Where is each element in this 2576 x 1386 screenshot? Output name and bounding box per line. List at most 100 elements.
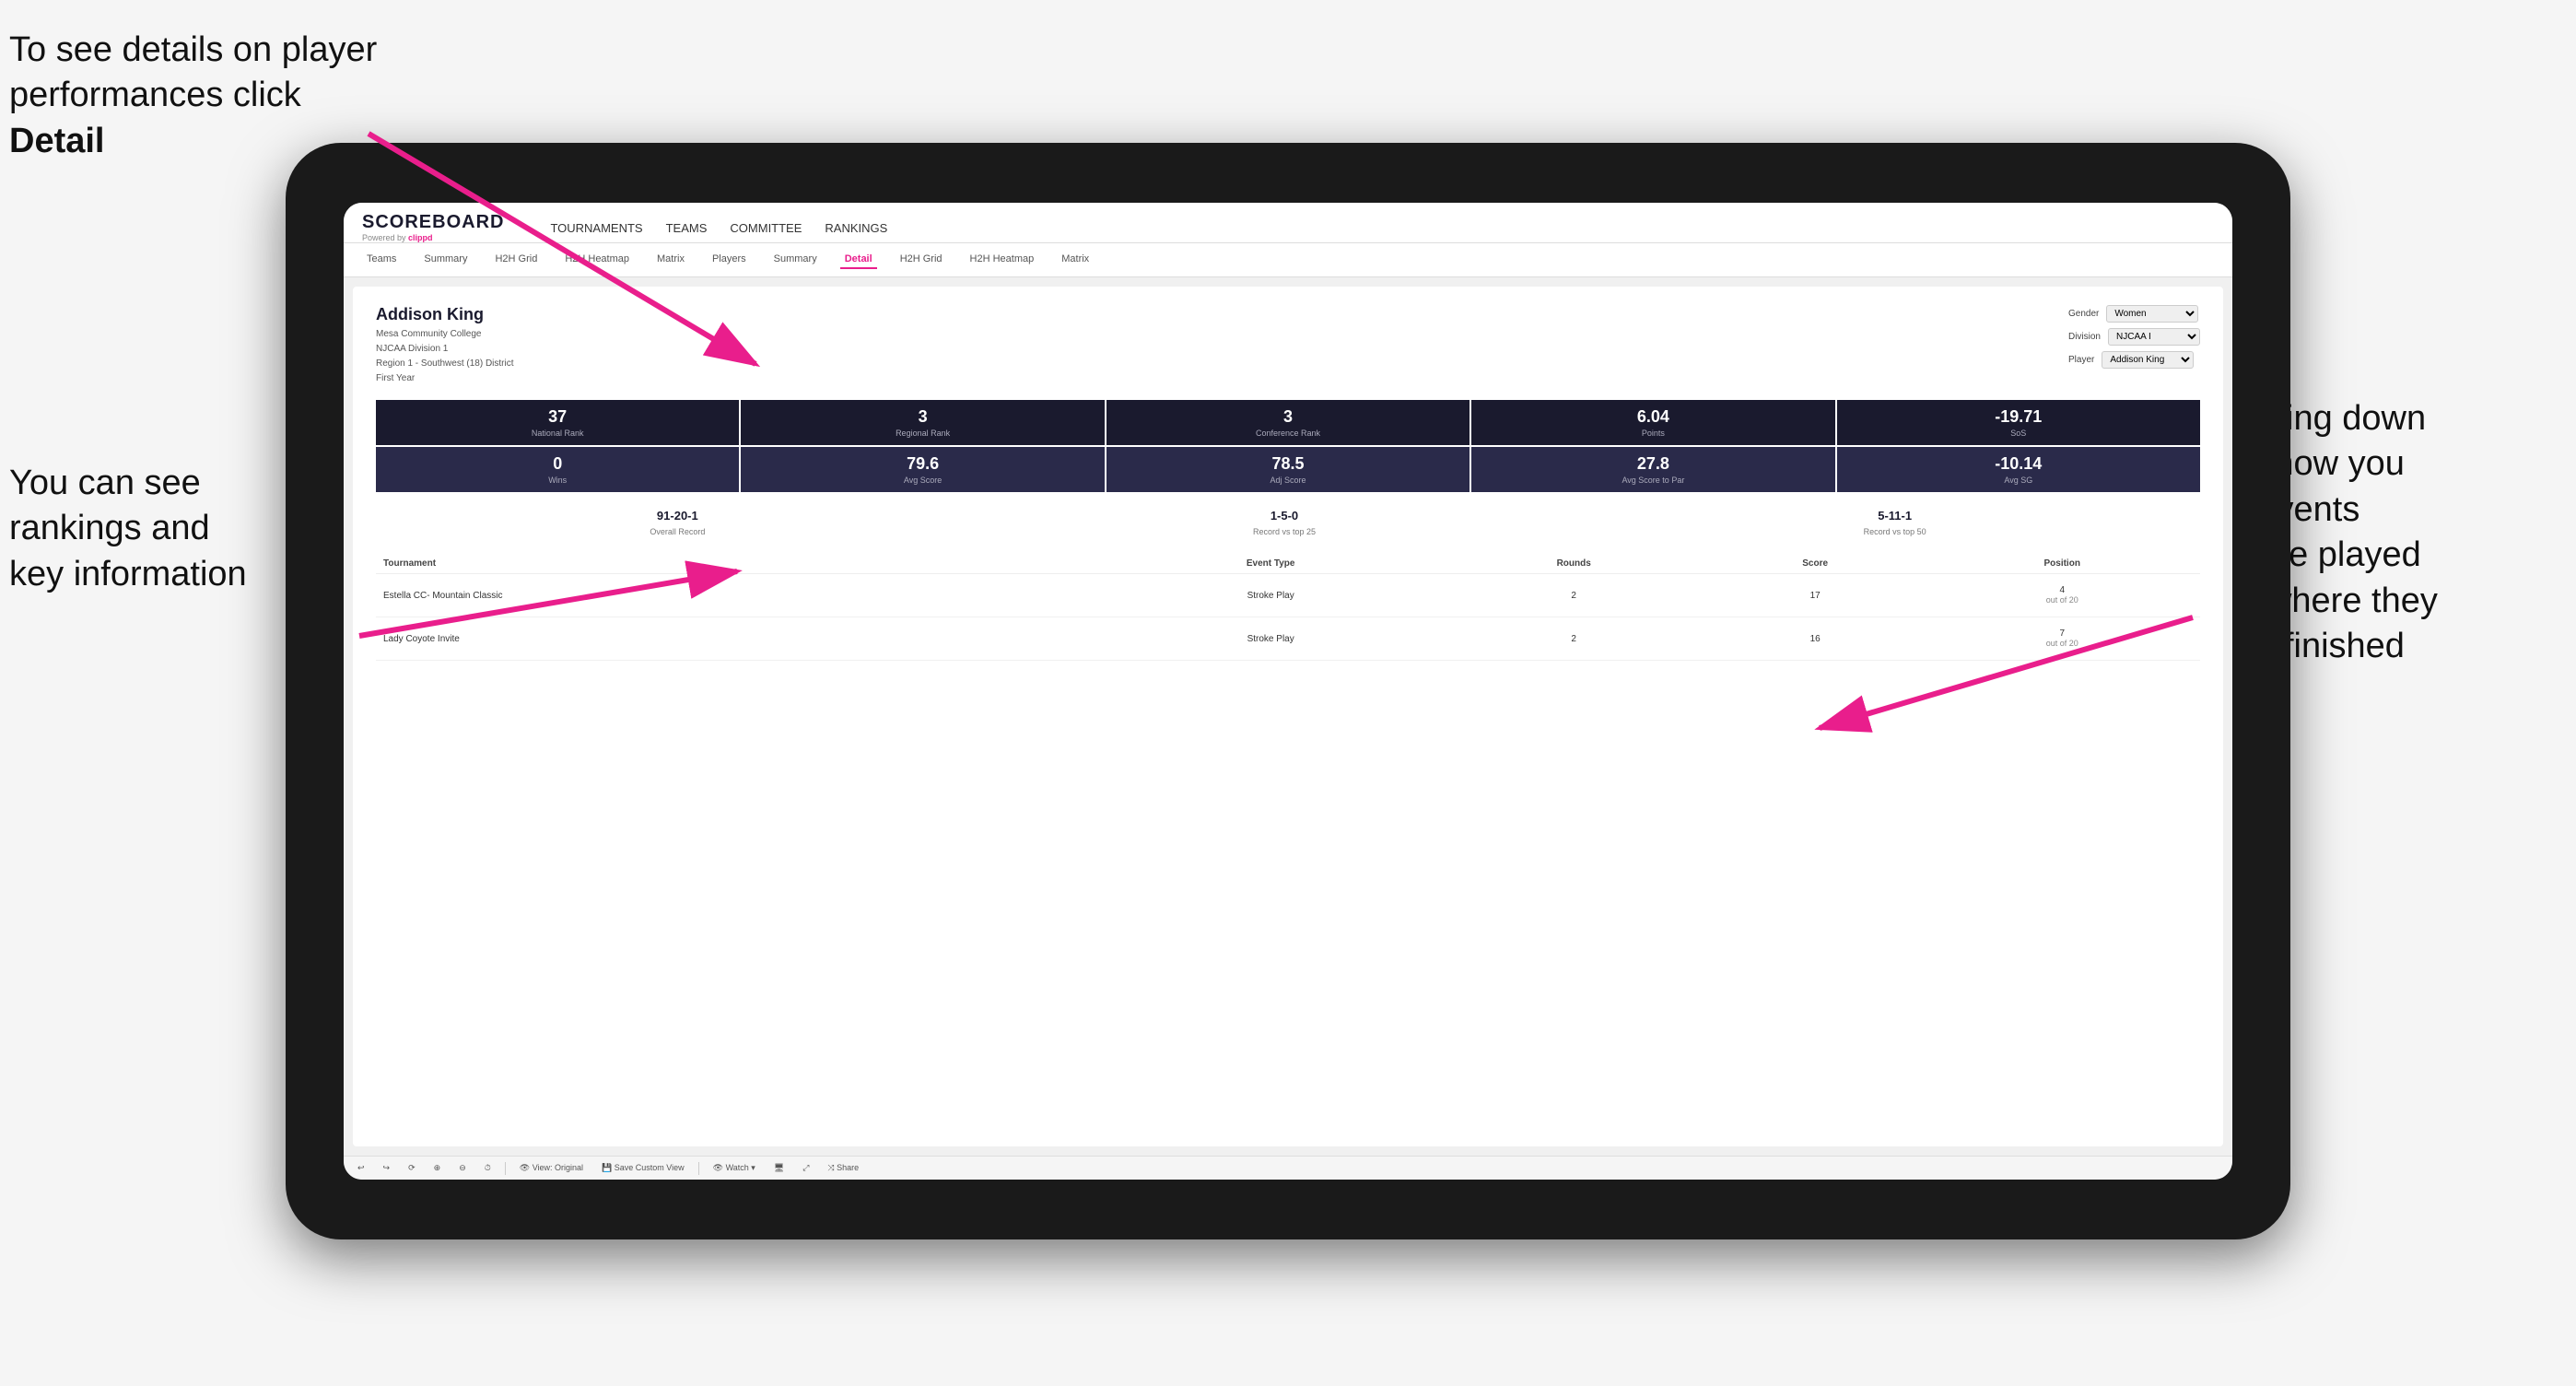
stat-sos: -19.71 SoS xyxy=(1837,400,2200,445)
logo-scoreboard: SCOREBOARD xyxy=(362,212,504,233)
score-2: 16 xyxy=(1706,617,1925,661)
undo-button[interactable]: ↩ xyxy=(353,1161,369,1175)
nav-items: TOURNAMENTS TEAMS COMMITTEE RANKINGS xyxy=(550,221,887,242)
player-region: Region 1 - Southwest (18) District xyxy=(376,358,514,369)
stat-regional-rank: 3 Regional Rank xyxy=(741,400,1104,445)
gender-label: Gender xyxy=(2068,309,2099,319)
subnav-teams[interactable]: Teams xyxy=(362,251,401,269)
nav-rankings[interactable]: RANKINGS xyxy=(825,221,887,242)
redo-button[interactable]: ↪ xyxy=(379,1161,395,1175)
top-nav: SCOREBOARD Powered by clippd TOURNAMENTS… xyxy=(344,203,2232,243)
division-select[interactable]: NJCAA I NJCAA II xyxy=(2108,328,2200,346)
conference-rank-value: 3 xyxy=(1111,407,1465,427)
stats-row2: 0 Wins 79.6 Avg Score 78.5 Adj Score 27.… xyxy=(376,447,2200,492)
subnav-detail[interactable]: Detail xyxy=(840,251,877,269)
gender-control: Gender Women Men xyxy=(2068,305,2200,323)
stat-conference-rank: 3 Conference Rank xyxy=(1107,400,1469,445)
player-division: NJCAA Division 1 xyxy=(376,344,448,354)
logo-area: SCOREBOARD Powered by clippd xyxy=(362,212,504,242)
subnav-h2h-heatmap[interactable]: H2H Heatmap xyxy=(560,251,634,269)
stat-points: 6.04 Points xyxy=(1471,400,1834,445)
subnav-matrix[interactable]: Matrix xyxy=(652,251,689,269)
annotation-top-left: To see details on player performances cl… xyxy=(9,28,378,164)
tournament-name-2: Lady Coyote Invite xyxy=(376,617,1100,661)
subnav-players[interactable]: Players xyxy=(708,251,751,269)
expand-button[interactable]: ⤢ xyxy=(798,1161,814,1175)
stat-avg-score-par: 27.8 Avg Score to Par xyxy=(1471,447,1834,492)
avg-score-par-value: 27.8 xyxy=(1476,454,1830,474)
watch-button[interactable]: 👁 Watch ▾ xyxy=(708,1161,760,1175)
timer-button[interactable]: ⏱ xyxy=(480,1161,496,1175)
refresh-button[interactable]: ⟳ xyxy=(404,1161,420,1175)
player-header: Addison King Mesa Community College NJCA… xyxy=(376,305,2200,386)
record-top25-value: 1-5-0 xyxy=(1253,509,1316,523)
stat-wins: 0 Wins xyxy=(376,447,739,492)
col-tournament: Tournament xyxy=(376,554,1100,574)
toolbar-sep-2 xyxy=(698,1162,699,1175)
tablet-screen: SCOREBOARD Powered by clippd TOURNAMENTS… xyxy=(344,203,2232,1180)
sub-nav: Teams Summary H2H Grid H2H Heatmap Matri… xyxy=(344,243,2232,277)
regional-rank-label: Regional Rank xyxy=(745,429,1099,438)
record-top50-value: 5-11-1 xyxy=(1864,509,1926,523)
stat-avg-sg: -10.14 Avg SG xyxy=(1837,447,2200,492)
player-select[interactable]: Addison King xyxy=(2102,351,2194,369)
subnav-matrix2[interactable]: Matrix xyxy=(1057,251,1094,269)
player-year: First Year xyxy=(376,373,415,383)
event-type-1: Stroke Play xyxy=(1100,574,1442,617)
stat-adj-score: 78.5 Adj Score xyxy=(1107,447,1469,492)
avg-score-label: Avg Score xyxy=(745,476,1099,485)
bottom-toolbar: ↩ ↪ ⟳ ⊕ ⊖ ⏱ 👁 View: Original 💾 Save Cust… xyxy=(344,1156,2232,1180)
annotation-bold: Detail xyxy=(9,122,104,160)
save-custom-view-button[interactable]: 💾 Save Custom View xyxy=(597,1161,689,1175)
player-controls: Gender Women Men Division NJCAA I NJCAA … xyxy=(2068,305,2200,386)
wins-value: 0 xyxy=(381,454,734,474)
view-original-button[interactable]: 👁 View: Original xyxy=(515,1161,588,1175)
avg-score-par-label: Avg Score to Par xyxy=(1476,476,1830,485)
player-school: Mesa Community College xyxy=(376,329,482,339)
tablet: SCOREBOARD Powered by clippd TOURNAMENTS… xyxy=(286,143,2290,1239)
division-label: Division xyxy=(2068,332,2101,342)
nav-teams[interactable]: TEAMS xyxy=(666,221,708,242)
avg-score-value: 79.6 xyxy=(745,454,1099,474)
avg-sg-label: Avg SG xyxy=(1842,476,2195,485)
table-row: Estella CC- Mountain Classic Stroke Play… xyxy=(376,574,2200,617)
player-control: Player Addison King xyxy=(2068,351,2200,369)
record-top50-label: Record vs top 50 xyxy=(1864,527,1926,536)
settings-button[interactable]: ⊖ xyxy=(454,1161,471,1175)
player-name: Addison King xyxy=(376,305,514,324)
subnav-h2h-grid2[interactable]: H2H Grid xyxy=(896,251,947,269)
col-rounds: Rounds xyxy=(1441,554,1705,574)
stats-row1: 37 National Rank 3 Regional Rank 3 Confe… xyxy=(376,400,2200,445)
main-content: Addison King Mesa Community College NJCA… xyxy=(344,277,2232,1156)
sos-label: SoS xyxy=(1842,429,2195,438)
zoom-in-button[interactable]: ⊕ xyxy=(429,1161,446,1175)
records-row: 91-20-1 Overall Record 1-5-0 Record vs t… xyxy=(376,501,2200,546)
subnav-summary[interactable]: Summary xyxy=(419,251,472,269)
record-overall-value: 91-20-1 xyxy=(650,509,705,523)
tournament-name-1: Estella CC- Mountain Classic xyxy=(376,574,1100,617)
adj-score-value: 78.5 xyxy=(1111,454,1465,474)
player-label: Player xyxy=(2068,355,2094,365)
col-score: Score xyxy=(1706,554,1925,574)
subnav-h2h-grid[interactable]: H2H Grid xyxy=(490,251,542,269)
stat-national-rank: 37 National Rank xyxy=(376,400,739,445)
rounds-2: 2 xyxy=(1441,617,1705,661)
gender-select[interactable]: Women Men xyxy=(2106,305,2198,323)
division-control: Division NJCAA I NJCAA II xyxy=(2068,328,2200,346)
content-panel: Addison King Mesa Community College NJCA… xyxy=(353,287,2223,1146)
screen-button[interactable]: 🖥 xyxy=(769,1161,789,1175)
nav-committee[interactable]: COMMITTEE xyxy=(730,221,802,242)
share-button[interactable]: ⤨ Share xyxy=(823,1161,863,1175)
national-rank-value: 37 xyxy=(381,407,734,427)
subnav-summary2[interactable]: Summary xyxy=(769,251,822,269)
subnav-h2h-heatmap2[interactable]: H2H Heatmap xyxy=(966,251,1039,269)
record-top50: 5-11-1 Record vs top 50 xyxy=(1864,509,1926,539)
points-label: Points xyxy=(1476,429,1830,438)
conference-rank-label: Conference Rank xyxy=(1111,429,1465,438)
nav-tournaments[interactable]: TOURNAMENTS xyxy=(550,221,642,242)
toolbar-sep-1 xyxy=(505,1162,506,1175)
sos-value: -19.71 xyxy=(1842,407,2195,427)
wins-label: Wins xyxy=(381,476,734,485)
rounds-1: 2 xyxy=(1441,574,1705,617)
points-value: 6.04 xyxy=(1476,407,1830,427)
